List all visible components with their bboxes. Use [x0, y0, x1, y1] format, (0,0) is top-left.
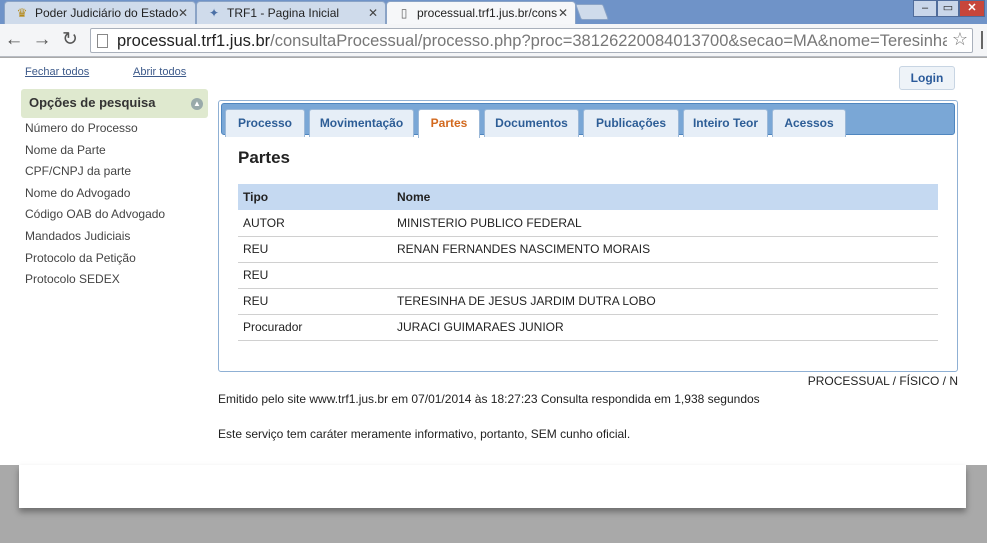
- breadcrumb: PROCESSUAL / FÍSICO / N: [807, 374, 958, 388]
- tab-documentos[interactable]: Documentos: [484, 109, 579, 137]
- browser-tab-title: processual.trf1.jus.br/cons: [417, 6, 558, 20]
- cell-nome: JURACI GUIMARAES JUNIOR: [392, 314, 938, 341]
- sidebar-item-protocolo-peticao[interactable]: Protocolo da Petição: [25, 250, 165, 272]
- collapse-all-link[interactable]: Fechar todos: [25, 66, 89, 78]
- back-button[interactable]: ←: [3, 29, 25, 51]
- browser-tabstrip: ♛ Poder Judiciário do Estado ✕ ✦ TRF1 - …: [0, 0, 987, 24]
- new-tab-button[interactable]: [575, 4, 609, 20]
- tab-bar: Processo Movimentação Partes Documentos …: [221, 103, 955, 138]
- expand-all-link[interactable]: Abrir todos: [133, 66, 186, 78]
- table-row: AUTOR MINISTERIO PUBLICO FEDERAL: [238, 210, 938, 237]
- browser-tab-3[interactable]: ▯ processual.trf1.jus.br/cons ✕: [386, 1, 576, 24]
- browser-tab-title: Poder Judiciário do Estado: [35, 6, 179, 20]
- menu-icon[interactable]: [981, 31, 987, 49]
- close-icon[interactable]: ✕: [368, 6, 378, 20]
- process-panel: Processo Movimentação Partes Documentos …: [218, 100, 958, 372]
- table-header-row: Tipo Nome: [238, 184, 938, 210]
- browser-tab-title: TRF1 - Pagina Inicial: [227, 6, 340, 20]
- sidebar-header[interactable]: Opções de pesquisa ▲: [21, 89, 208, 118]
- page-content: Fechar todos Abrir todos Opções de pesqu…: [0, 58, 987, 465]
- page-bottom-edge: [19, 465, 966, 508]
- parties-table: Tipo Nome AUTOR MINISTERIO PUBLICO FEDER…: [238, 184, 938, 341]
- table-row: REU RENAN FERNANDES NASCIMENTO MORAIS: [238, 236, 938, 263]
- cell-nome: RENAN FERNANDES NASCIMENTO MORAIS: [392, 236, 938, 263]
- close-window-button[interactable]: ✕: [959, 0, 985, 17]
- table-row: Procurador JURACI GUIMARAES JUNIOR: [238, 314, 938, 341]
- cell-tipo: REU: [238, 288, 392, 315]
- sidebar-title: Opções de pesquisa: [29, 95, 156, 110]
- sidebar-item-nome-parte[interactable]: Nome da Parte: [25, 142, 165, 164]
- page-icon: [97, 34, 108, 48]
- minimize-window-button[interactable]: –: [913, 0, 937, 17]
- sidebar-item-numero-processo[interactable]: Número do Processo: [25, 120, 165, 142]
- maximize-window-button[interactable]: ▭: [937, 0, 959, 17]
- cell-tipo: AUTOR: [238, 210, 392, 237]
- section-title: Partes: [238, 148, 290, 167]
- close-icon[interactable]: ✕: [558, 6, 568, 20]
- login-button[interactable]: Login: [899, 66, 955, 90]
- browser-tab-1[interactable]: ♛ Poder Judiciário do Estado ✕: [4, 1, 196, 24]
- sidebar-item-protocolo-sedex[interactable]: Protocolo SEDEX: [25, 271, 165, 293]
- tab-publicacoes[interactable]: Publicações: [583, 109, 679, 137]
- bookmark-star-icon[interactable]: ☆: [952, 29, 968, 50]
- forward-button[interactable]: →: [31, 29, 53, 51]
- star-icon: ✦: [208, 6, 220, 20]
- coat-of-arms-icon: ♛: [16, 6, 28, 20]
- cell-nome: [392, 262, 938, 289]
- tab-partes[interactable]: Partes: [418, 109, 480, 138]
- table-row: REU: [238, 262, 938, 289]
- browser-tab-2[interactable]: ✦ TRF1 - Pagina Inicial ✕: [196, 1, 386, 24]
- cell-nome: MINISTERIO PUBLICO FEDERAL: [392, 210, 938, 237]
- tab-processo[interactable]: Processo: [225, 109, 305, 137]
- column-header-nome: Nome: [392, 184, 938, 210]
- table-row: REU TERESINHA DE JESUS JARDIM DUTRA LOBO: [238, 288, 938, 315]
- cell-tipo: REU: [238, 262, 392, 289]
- address-url[interactable]: processual.trf1.jus.br/consultaProcessua…: [117, 32, 947, 51]
- cell-tipo: Procurador: [238, 314, 392, 341]
- cell-tipo: REU: [238, 236, 392, 263]
- reload-button[interactable]: ↻: [59, 29, 81, 51]
- tab-acessos[interactable]: Acessos: [772, 109, 846, 137]
- close-icon[interactable]: ✕: [178, 6, 188, 20]
- column-header-tipo: Tipo: [238, 184, 392, 210]
- tab-inteiro-teor[interactable]: Inteiro Teor: [683, 109, 768, 137]
- cell-nome: TERESINHA DE JESUS JARDIM DUTRA LOBO: [392, 288, 938, 315]
- sidebar-item-nome-advogado[interactable]: Nome do Advogado: [25, 185, 165, 207]
- disclaimer: Este serviço tem caráter meramente infor…: [218, 427, 631, 441]
- tab-movimentacao[interactable]: Movimentação: [309, 109, 414, 137]
- sidebar-item-codigo-oab[interactable]: Código OAB do Advogado: [25, 206, 165, 228]
- sidebar-item-mandados[interactable]: Mandados Judiciais: [25, 228, 165, 250]
- sidebar-item-cpf-cnpj[interactable]: CPF/CNPJ da parte: [25, 163, 165, 185]
- browser-toolbar: ← → ↻ processual.trf1.jus.br/consultaPro…: [0, 24, 987, 57]
- emission-info: Emitido pelo site www.trf1.jus.br em 07/…: [218, 392, 760, 406]
- sidebar-menu: Número do Processo Nome da Parte CPF/CNP…: [25, 120, 165, 293]
- page-icon: ▯: [400, 6, 408, 20]
- collapse-up-icon[interactable]: ▲: [191, 98, 203, 110]
- address-bar[interactable]: processual.trf1.jus.br/consultaProcessua…: [90, 28, 973, 53]
